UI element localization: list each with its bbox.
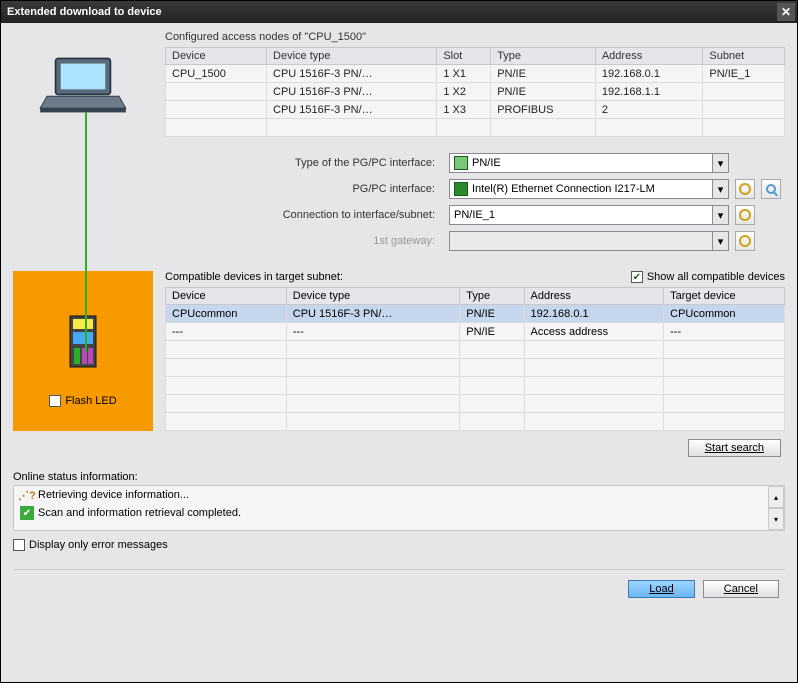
type-pgpc-select[interactable]: PN/IE ▾ bbox=[449, 153, 729, 173]
pg-pc-graphic bbox=[13, 31, 153, 137]
table-row[interactable]: --- --- PN/IE Access address --- bbox=[166, 323, 785, 341]
col-type[interactable]: Type bbox=[491, 48, 596, 65]
nic-icon bbox=[454, 182, 468, 196]
gear-icon bbox=[739, 209, 751, 221]
type-pgpc-value: PN/IE bbox=[472, 157, 501, 169]
gateway-config-button[interactable] bbox=[735, 231, 755, 251]
plc-module-icon bbox=[68, 314, 98, 369]
busy-icon: ⋰? bbox=[20, 488, 34, 502]
col-device[interactable]: Device bbox=[166, 48, 267, 65]
pgpc-find-button[interactable] bbox=[761, 179, 781, 199]
conn-config-button[interactable] bbox=[735, 205, 755, 225]
nodes-table: Device Device type Slot Type Address Sub… bbox=[165, 47, 785, 137]
title-bar: Extended download to device ✕ bbox=[1, 1, 797, 23]
chevron-down-icon: ▾ bbox=[712, 206, 728, 224]
pgpc-value: Intel(R) Ethernet Connection I217-LM bbox=[472, 183, 655, 195]
compat-caption: Compatible devices in target subnet: bbox=[165, 271, 343, 283]
table-row bbox=[166, 119, 785, 137]
close-icon[interactable]: ✕ bbox=[777, 3, 795, 21]
list-item: ⋰? Retrieving device information... bbox=[14, 486, 784, 504]
pnie-icon bbox=[454, 156, 468, 170]
list-item: ✔ Scan and information retrieval complet… bbox=[14, 504, 784, 522]
checkbox-icon bbox=[13, 539, 25, 551]
type-pgpc-label: Type of the PG/PC interface: bbox=[183, 157, 443, 169]
status-text: Scan and information retrieval completed… bbox=[38, 507, 241, 519]
gear-icon bbox=[739, 235, 751, 247]
checkbox-icon: ✔ bbox=[631, 271, 643, 283]
scrollbar[interactable]: ▴ ▾ bbox=[768, 486, 784, 530]
table-row bbox=[166, 341, 785, 359]
nodes-caption: Configured access nodes of "CPU_1500" bbox=[165, 31, 785, 43]
pgpc-config-button[interactable] bbox=[735, 179, 755, 199]
display-errors-checkbox[interactable]: Display only error messages bbox=[13, 539, 785, 551]
load-button[interactable]: Load bbox=[628, 580, 694, 598]
checkbox-icon bbox=[49, 395, 61, 407]
chevron-down-icon: ▾ bbox=[712, 180, 728, 198]
table-row[interactable]: CPU 1516F-3 PN/… 1 X3 PROFIBUS 2 bbox=[166, 101, 785, 119]
compat-table: Device Device type Type Address Target d… bbox=[165, 287, 785, 431]
col-device-type[interactable]: Device type bbox=[267, 48, 437, 65]
table-row[interactable]: CPUcommon CPU 1516F-3 PN/… PN/IE 192.168… bbox=[166, 305, 785, 323]
scroll-down-icon[interactable]: ▾ bbox=[768, 508, 784, 530]
table-row bbox=[166, 377, 785, 395]
gear-icon bbox=[739, 183, 751, 195]
scroll-up-icon[interactable]: ▴ bbox=[768, 486, 784, 508]
col-device-type[interactable]: Device type bbox=[286, 288, 460, 305]
table-row bbox=[166, 413, 785, 431]
col-target[interactable]: Target device bbox=[664, 288, 785, 305]
chevron-down-icon: ▾ bbox=[712, 232, 728, 250]
status-caption: Online status information: bbox=[13, 471, 785, 483]
show-all-label: Show all compatible devices bbox=[647, 271, 785, 283]
connection-line bbox=[85, 112, 87, 352]
conn-select[interactable]: PN/IE_1 ▾ bbox=[449, 205, 729, 225]
search-icon bbox=[766, 184, 776, 194]
conn-label: Connection to interface/subnet: bbox=[183, 209, 443, 221]
flash-led-label: Flash LED bbox=[65, 395, 116, 407]
pgpc-select[interactable]: Intel(R) Ethernet Connection I217-LM ▾ bbox=[449, 179, 729, 199]
table-row bbox=[166, 359, 785, 377]
window-title: Extended download to device bbox=[7, 6, 162, 18]
cancel-button[interactable]: Cancel bbox=[703, 580, 779, 598]
target-device-graphic: Flash LED bbox=[13, 271, 153, 431]
start-search-button[interactable]: Start search bbox=[688, 439, 781, 457]
check-icon: ✔ bbox=[20, 506, 34, 520]
gateway-label: 1st gateway: bbox=[183, 235, 443, 247]
col-device[interactable]: Device bbox=[166, 288, 287, 305]
status-list: ⋰? Retrieving device information... ✔ Sc… bbox=[13, 485, 785, 531]
display-errors-label: Display only error messages bbox=[29, 539, 168, 551]
col-slot[interactable]: Slot bbox=[437, 48, 491, 65]
flash-led-checkbox[interactable]: Flash LED bbox=[49, 395, 116, 407]
col-address[interactable]: Address bbox=[524, 288, 664, 305]
gateway-select: ▾ bbox=[449, 231, 729, 251]
chevron-down-icon: ▾ bbox=[712, 154, 728, 172]
col-address[interactable]: Address bbox=[595, 48, 703, 65]
laptop-icon bbox=[38, 55, 128, 115]
table-row bbox=[166, 395, 785, 413]
col-type[interactable]: Type bbox=[460, 288, 524, 305]
show-all-checkbox[interactable]: ✔ Show all compatible devices bbox=[631, 271, 785, 283]
table-row[interactable]: CPU 1516F-3 PN/… 1 X2 PN/IE 192.168.1.1 bbox=[166, 83, 785, 101]
col-subnet[interactable]: Subnet bbox=[703, 48, 785, 65]
pgpc-label: PG/PC interface: bbox=[183, 183, 443, 195]
conn-value: PN/IE_1 bbox=[454, 209, 495, 221]
status-text: Retrieving device information... bbox=[38, 489, 189, 501]
table-row[interactable]: CPU_1500 CPU 1516F-3 PN/… 1 X1 PN/IE 192… bbox=[166, 65, 785, 83]
